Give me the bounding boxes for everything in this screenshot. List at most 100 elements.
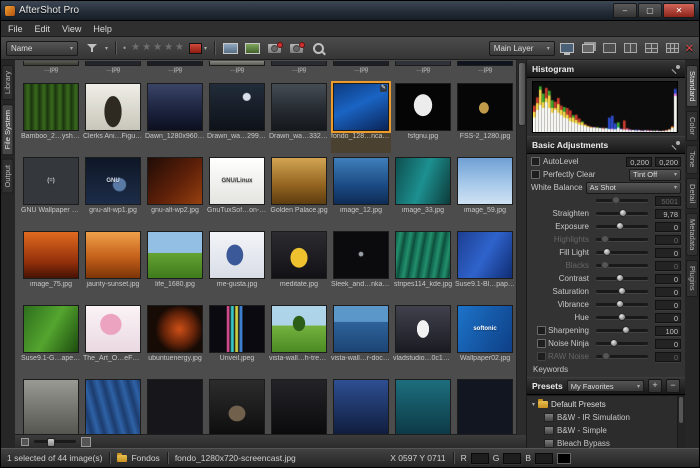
thumbnail-cell[interactable]: image_12.jpg xyxy=(331,155,391,227)
star-icon[interactable]: ★ xyxy=(164,43,173,53)
thumbnail-cell[interactable]: fsfgnu.jpg xyxy=(393,81,453,153)
thumbnail-cell[interactable]: FSS-2_1280.jpg xyxy=(455,81,515,153)
slider-handle[interactable] xyxy=(618,313,626,321)
preset-item[interactable]: B&W - IR Simulation xyxy=(527,411,685,424)
value-box[interactable]: 0 xyxy=(655,300,681,310)
pin-icon[interactable] xyxy=(671,141,680,150)
thumbnail-cell[interactable]: image_59.jpg xyxy=(455,155,515,227)
thumbnail-cell[interactable]: …jpg xyxy=(207,61,267,79)
layout-quad-button[interactable] xyxy=(643,40,660,57)
menu-help[interactable]: Help xyxy=(93,24,112,34)
slider[interactable] xyxy=(596,329,648,332)
thumbnail-cell[interactable]: Drawn_wa…332_.jpg xyxy=(269,81,329,153)
slider[interactable] xyxy=(596,264,648,267)
thumbnail-cell[interactable]: (=)GNU Wallpaper 2.jpg xyxy=(21,155,81,227)
thumbnail-cell[interactable]: …jpg xyxy=(269,61,329,79)
thumbnail-cell[interactable]: …jpg xyxy=(455,61,515,79)
slider[interactable] xyxy=(596,290,648,293)
thumbnail-size-handle[interactable] xyxy=(47,438,55,447)
thumbnail-cell[interactable]: …jpg xyxy=(145,61,205,79)
slider-handle[interactable] xyxy=(602,352,610,360)
thumbnail-cell[interactable]: ✎fondo_128…ncast.jpg xyxy=(331,81,391,153)
camera-import-button[interactable] xyxy=(266,40,283,57)
slider[interactable] xyxy=(596,303,648,306)
thumbnail-cell[interactable]: vista-wall…r-dock.jpg xyxy=(331,303,391,375)
value-box[interactable]: 0 xyxy=(655,222,681,232)
layer-dropdown[interactable]: Main Layer ▾ xyxy=(489,41,555,56)
slider-handle[interactable] xyxy=(616,274,624,282)
slider[interactable] xyxy=(596,199,648,202)
value-box[interactable]: 0 xyxy=(655,274,681,284)
thumbnail-cell[interactable]: GNU/LinuxGnuTuxSof…on-v1.jpg xyxy=(207,155,267,227)
preset-item[interactable]: B&W - Simple xyxy=(527,424,685,437)
value-box[interactable]: 0 xyxy=(655,248,681,258)
thumbnail-cell[interactable]: Drawn_wa…299_.jpg xyxy=(207,81,267,153)
thumbnail-cell[interactable]: …jpg xyxy=(331,61,391,79)
slider[interactable] xyxy=(596,277,648,280)
thumbnail-cell[interactable]: Clerks Ani…Figure.jpg xyxy=(83,81,143,153)
sort-dropdown[interactable]: Name ▾ xyxy=(6,41,78,56)
value-box[interactable]: 0 xyxy=(655,287,681,297)
slider[interactable] xyxy=(596,251,648,254)
tab-file-system[interactable]: File System xyxy=(2,104,14,155)
tint-dropdown[interactable]: Tint Off ▾ xyxy=(629,169,681,181)
thumbnail-cell[interactable]: …jpg xyxy=(393,61,453,79)
basic-adjustments-header[interactable]: Basic Adjustments xyxy=(527,136,685,154)
thumbnail-cell[interactable] xyxy=(21,377,81,434)
thumbnail-cell[interactable] xyxy=(145,377,205,434)
layout-multi-button[interactable] xyxy=(664,40,681,57)
minimize-button[interactable]: – xyxy=(613,3,637,18)
tab-library[interactable]: Library xyxy=(2,65,14,100)
tab-plugins[interactable]: Plugins xyxy=(686,260,698,297)
menu-view[interactable]: View xyxy=(62,24,81,34)
autolevel-value-high[interactable]: 0,200 xyxy=(655,157,681,167)
thumbnail-cell[interactable]: Suse9.1-G…apers.jpg xyxy=(21,303,81,375)
slider-handle[interactable] xyxy=(601,261,609,269)
slider[interactable] xyxy=(596,238,648,241)
color-label-control[interactable]: ▾ xyxy=(189,43,207,54)
autolevel-checkbox[interactable] xyxy=(531,157,540,166)
thumbnail-cell[interactable] xyxy=(393,377,453,434)
thumbnail-cell[interactable] xyxy=(207,377,267,434)
slider[interactable] xyxy=(596,342,648,345)
close-view-button[interactable]: ✕ xyxy=(685,42,694,55)
keywords-row[interactable]: Keywords xyxy=(527,363,685,376)
remove-preset-button[interactable]: − xyxy=(666,379,680,393)
layout-split-button[interactable] xyxy=(622,40,639,57)
presets-header[interactable]: Presets My Favorites ▾ + − xyxy=(527,377,685,395)
web-gallery-button[interactable] xyxy=(244,40,261,57)
preset-item[interactable]: Bleach Bypass xyxy=(527,437,685,448)
thumbnail-cell[interactable]: me-gusta.jpg xyxy=(207,229,267,301)
slider[interactable] xyxy=(596,355,648,358)
thumbnail-cell[interactable]: Suse9.1-Bl…papers.jpg xyxy=(455,229,515,301)
thumbnail-small-icon[interactable] xyxy=(21,438,29,446)
slider-handle[interactable] xyxy=(610,339,618,347)
value-box[interactable]: 0 xyxy=(655,235,681,245)
expander-icon[interactable]: ▾ xyxy=(532,401,535,408)
menu-edit[interactable]: Edit xyxy=(35,24,51,34)
camera-remove-button[interactable] xyxy=(288,40,305,57)
layout-single-button[interactable] xyxy=(601,40,618,57)
thumbnail-cell[interactable]: image_33.jpg xyxy=(393,155,453,227)
thumbnail-cell[interactable]: Golden Palace.jpg xyxy=(269,155,329,227)
value-box[interactable]: 5001 xyxy=(655,196,681,206)
star-icon[interactable]: ★ xyxy=(131,43,140,53)
value-box[interactable]: 0 xyxy=(655,261,681,271)
checkbox[interactable] xyxy=(537,339,546,348)
thumbnail-cell[interactable] xyxy=(331,377,391,434)
thumbnail-cell[interactable]: Bamboo_2…ysha.jpg xyxy=(21,81,81,153)
thumbnail-cell[interactable]: Dawn_1280x960.jpg xyxy=(145,81,205,153)
thumbnail-cell[interactable]: Unveil.jpeg xyxy=(207,303,267,375)
tab-tone[interactable]: Tone xyxy=(686,145,698,173)
grid-scrollbar[interactable] xyxy=(516,60,526,435)
histogram-header[interactable]: Histogram xyxy=(527,60,685,78)
scrollbar-thumb[interactable] xyxy=(518,62,526,126)
tab-detail[interactable]: Detail xyxy=(686,178,698,209)
value-box[interactable]: 100 xyxy=(655,326,681,336)
thumbnail-large-icon[interactable] xyxy=(81,437,91,447)
dual-display-button[interactable] xyxy=(559,40,576,57)
value-box[interactable]: 0 xyxy=(655,313,681,323)
star-icon[interactable]: ★ xyxy=(175,43,184,53)
thumbnail-cell[interactable]: stripes114_kde.jpg xyxy=(393,229,453,301)
value-box[interactable]: 0 xyxy=(655,339,681,349)
